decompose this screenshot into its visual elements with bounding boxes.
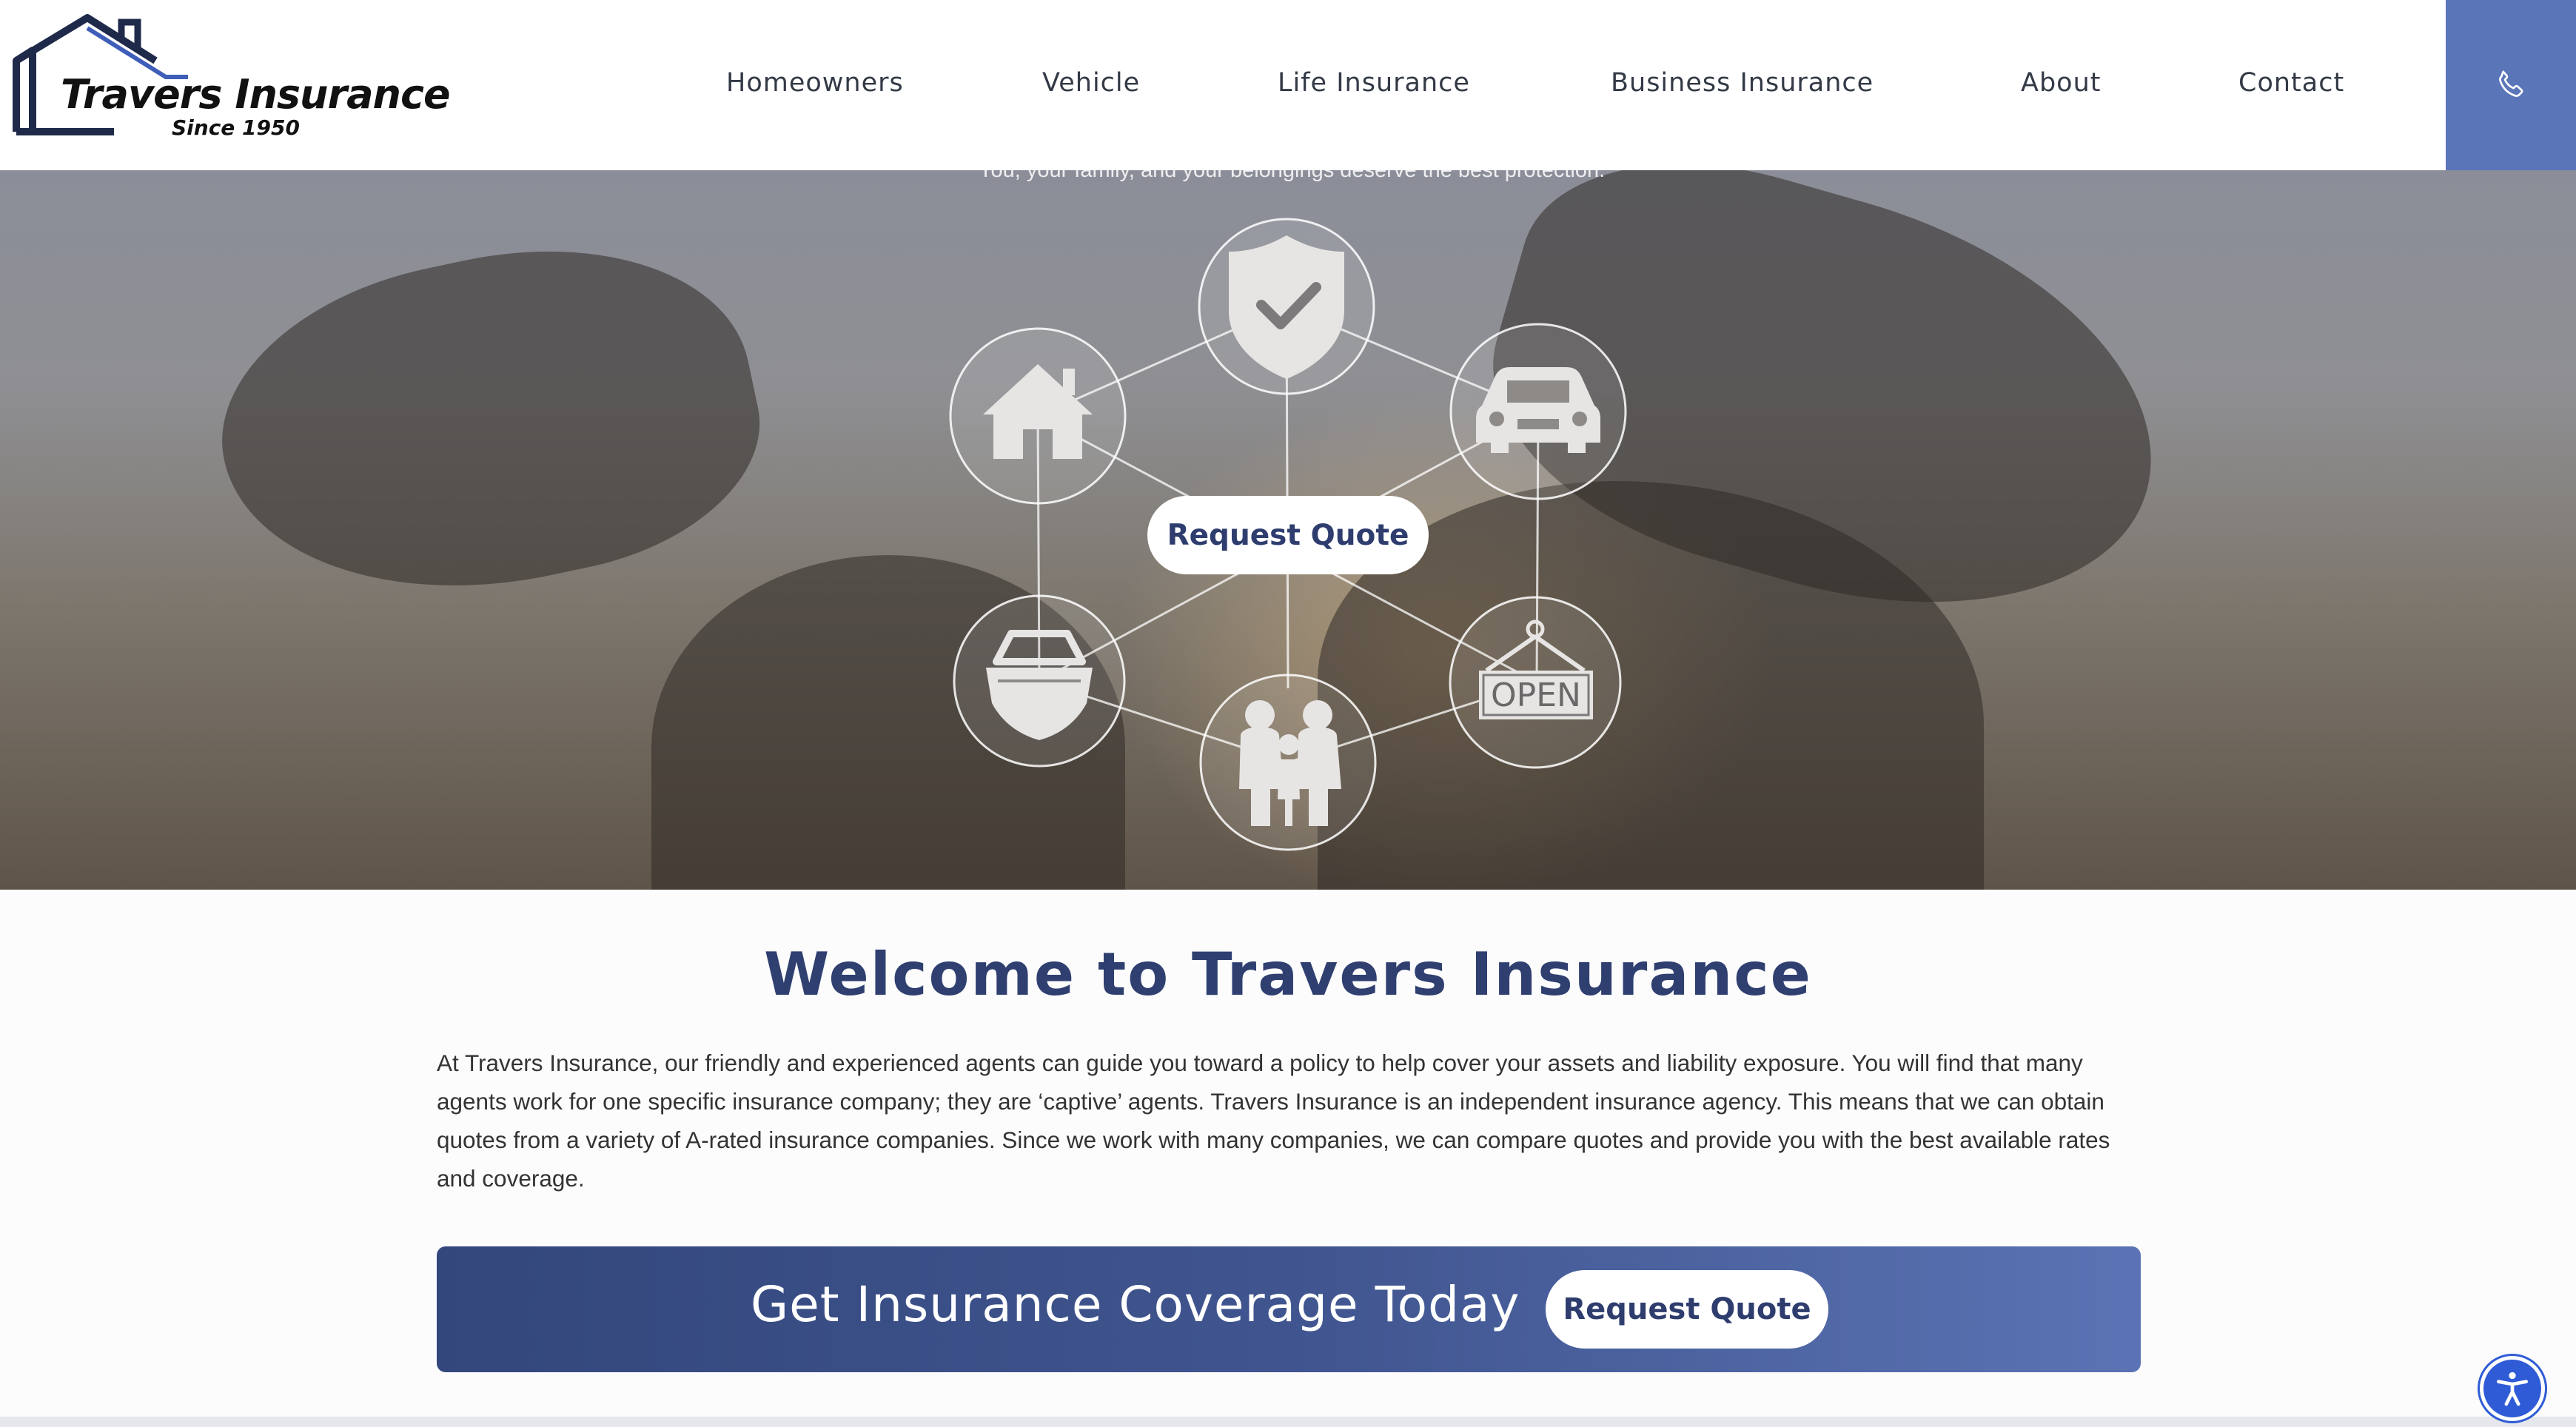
accessibility-icon <box>2497 1371 2528 1406</box>
car-icon <box>1476 367 1600 453</box>
hero-section: You, your family, and your belongings de… <box>0 170 2576 890</box>
nav-life-insurance[interactable]: Life Insurance <box>1278 68 1470 98</box>
nav-vehicle[interactable]: Vehicle <box>1042 68 1140 98</box>
welcome-heading: Welcome to Travers Insurance <box>764 940 1812 1009</box>
nav-contact[interactable]: Contact <box>2238 68 2344 98</box>
accessibility-button[interactable] <box>2480 1356 2545 1421</box>
brand-tagline: Since 1950 <box>172 115 300 140</box>
footer-edge <box>0 1417 2576 1427</box>
brand-name: Travers Insurance <box>61 71 451 118</box>
cta-banner: Get Insurance Coverage Today Request Quo… <box>437 1246 2141 1372</box>
hero-request-quote-button[interactable]: Request Quote <box>1147 496 1429 574</box>
phone-button[interactable] <box>2446 0 2576 170</box>
nav-about[interactable]: About <box>2021 68 2101 98</box>
svg-text:OPEN: OPEN <box>1491 676 1581 714</box>
site-header: Travers Insurance Since 1950 Homeowners … <box>0 0 2576 170</box>
welcome-body: At Travers Insurance, our friendly and e… <box>437 1050 2110 1192</box>
phone-icon <box>2499 70 2523 97</box>
brand-logo[interactable]: Travers Insurance Since 1950 <box>10 12 492 152</box>
cta-title: Get Insurance Coverage Today <box>751 1276 1520 1333</box>
nav-business-insurance[interactable]: Business Insurance <box>1611 68 1874 98</box>
nav-homeowners[interactable]: Homeowners <box>726 68 904 98</box>
cta-request-quote-button[interactable]: Request Quote <box>1546 1270 1828 1349</box>
